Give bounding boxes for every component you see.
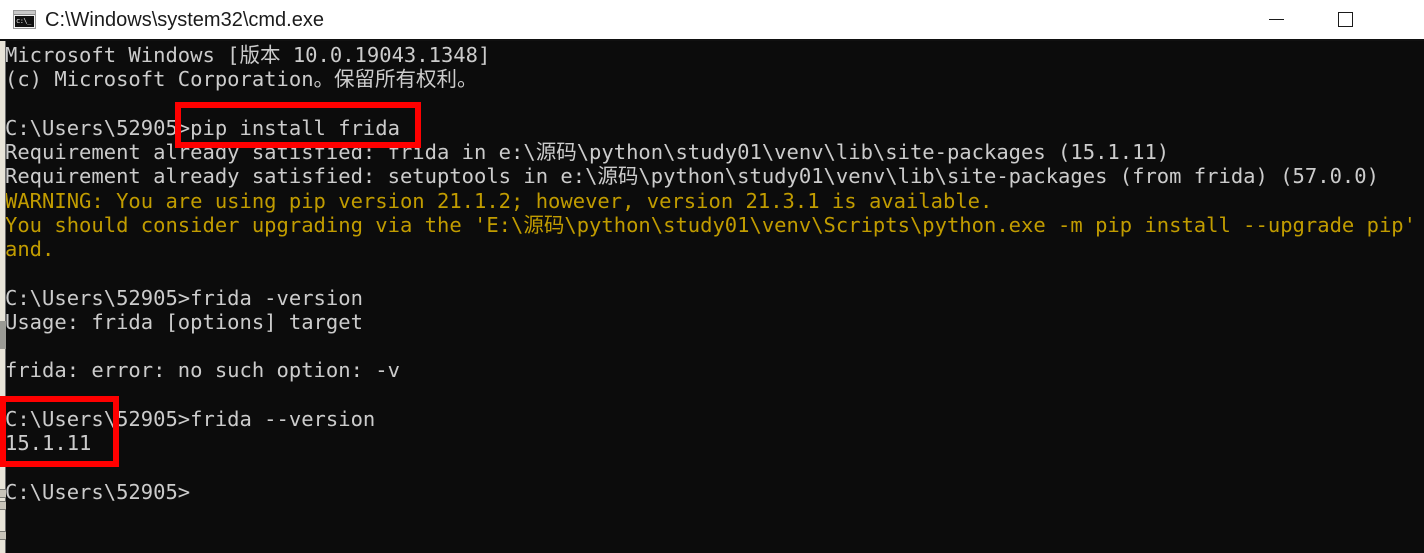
console-line: Requirement already satisfied: setuptool…: [5, 164, 1379, 189]
close-button[interactable]: [1380, 0, 1424, 39]
window-titlebar[interactable]: C:\Windows\system32\cmd.exe: [0, 0, 1424, 41]
console-line: You should consider upgrading via the 'E…: [5, 212, 1424, 237]
cmd-console-icon[interactable]: [13, 10, 36, 29]
console-line: 15.1.11: [5, 431, 92, 455]
scrollbar-thumb[interactable]: [0, 321, 6, 349]
console-line: C:\Users\52905>frida --version: [5, 406, 376, 431]
maximize-icon: [1338, 12, 1353, 27]
console-line: Requirement already satisfied: frida in …: [5, 140, 1170, 164]
console-line: WARNING: You are using pip version 21.1.…: [5, 188, 993, 213]
console-line: C:\Users\52905>pip install frida: [5, 115, 400, 140]
scrollbar-mark-middle[interactable]: [0, 501, 6, 510]
cmd-window: C:\Windows\system32\cmd.exe Microsoft Wi…: [0, 0, 1424, 553]
console-line: Usage: frida [options] target: [5, 309, 363, 334]
console-line: and.: [5, 237, 55, 261]
maximize-button[interactable]: [1311, 0, 1380, 39]
minimize-button[interactable]: [1242, 0, 1311, 39]
console-line-list: Microsoft Windows [版本 10.0.19043.1348] (c…: [5, 43, 1424, 504]
scrollbar-mark-lower[interactable]: [0, 531, 6, 540]
console-scrollbar[interactable]: [0, 41, 6, 553]
console-line: (c) Microsoft Corporation。保留所有权利。: [5, 67, 478, 92]
window-title: C:\Windows\system32\cmd.exe: [45, 8, 324, 31]
cmd-icon-screen: [15, 16, 34, 27]
console-line: Microsoft Windows [版本 10.0.19043.1348]: [5, 43, 491, 67]
minimize-icon: [1269, 19, 1284, 20]
console-output-area[interactable]: Microsoft Windows [版本 10.0.19043.1348] (c…: [0, 41, 1424, 553]
titlebar-left-group: C:\Windows\system32\cmd.exe: [0, 10, 324, 30]
window-controls: [1242, 0, 1424, 39]
scrollbar-mark-upper[interactable]: [0, 489, 6, 498]
console-line: C:\Users\52905>: [5, 479, 191, 504]
console-line: C:\Users\52905>frida -version: [5, 285, 363, 310]
console-line: frida: error: no such option: -v: [5, 358, 400, 383]
cmd-icon-titlestrip: [14, 11, 35, 15]
